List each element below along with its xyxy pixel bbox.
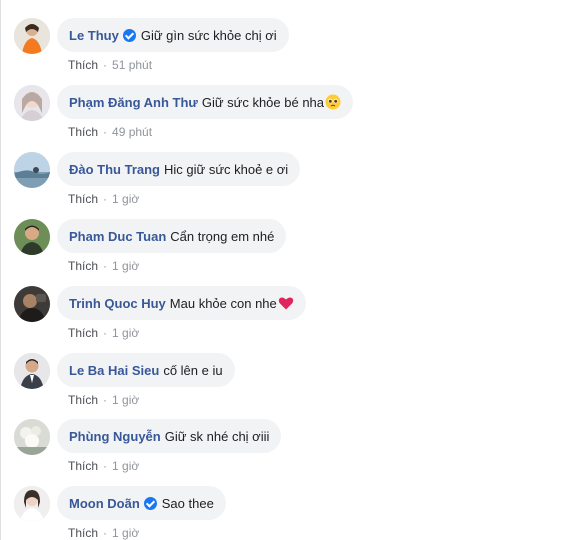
comment-author[interactable]: Pham Duc Tuan (69, 229, 166, 244)
like-link[interactable]: Thích (68, 259, 98, 273)
separator-dot: · (103, 526, 108, 540)
comment-bubble: Le Ba Hai Sieu cố lên e iu (57, 353, 235, 387)
like-link[interactable]: Thích (68, 125, 98, 139)
comment-bubble: Moon Doãn Sao thee (57, 486, 226, 520)
comment-author[interactable]: Le Ba Hai Sieu (69, 363, 159, 378)
red-heart-emoji-icon (278, 297, 293, 310)
verified-badge-icon (143, 496, 157, 510)
comment-bubble: Phạm Đăng Anh Thư Giữ sức khỏe bé nha (57, 85, 354, 119)
comment-time[interactable]: 1 giờ (112, 459, 139, 473)
comment-actions: Thích · 49 phút (68, 125, 152, 139)
avatar-woman-white-icon (14, 486, 50, 522)
like-link[interactable]: Thích (68, 326, 98, 340)
comment-bubble: Le Thuy Giữ gìn sức khỏe chị ơi (57, 18, 289, 52)
comment-text: Giữ sức khỏe bé nha (201, 94, 325, 110)
comment-text: Mau khỏe con nhe (169, 295, 277, 311)
comment-actions: Thích · 1 giờ (68, 326, 139, 340)
comment-time[interactable]: 1 giờ (112, 393, 139, 407)
comment-text: cố lên e iu (163, 362, 223, 378)
comment-author[interactable]: Trinh Quoc Huy (69, 296, 166, 311)
avatar[interactable] (14, 419, 50, 455)
avatar[interactable] (14, 219, 50, 255)
comment-text: Sao thee (161, 495, 214, 511)
like-link[interactable]: Thích (68, 459, 98, 473)
avatar[interactable] (14, 85, 50, 121)
comment-time[interactable]: 49 phút (112, 125, 152, 139)
separator-dot: · (103, 125, 108, 139)
comment-time[interactable]: 1 giờ (112, 326, 139, 340)
like-link[interactable]: Thích (68, 192, 98, 206)
comment-time[interactable]: 51 phút (112, 58, 152, 72)
avatar[interactable] (14, 152, 50, 188)
comment-author[interactable]: Đào Thu Trang (69, 162, 160, 177)
separator-dot: · (103, 326, 108, 340)
comment-actions: Thích · 1 giờ (68, 526, 139, 540)
comment-author[interactable]: Phùng Nguyễn (69, 429, 161, 444)
avatar-dark-photo-icon (14, 286, 50, 322)
comment-bubble: Pham Duc Tuan Cẩn trọng em nhé (57, 219, 287, 253)
separator-dot: · (103, 58, 108, 72)
comment-text: Giữ gìn sức khỏe chị ơi (140, 27, 277, 43)
like-link[interactable]: Thích (68, 393, 98, 407)
like-link[interactable]: Thích (68, 58, 98, 72)
comment-bubble: Đào Thu Trang Hic giữ sức khoẻ e ơi (57, 152, 301, 186)
avatar[interactable] (14, 353, 50, 389)
avatar-girl-light-icon (14, 85, 50, 121)
avatar[interactable] (14, 18, 50, 54)
comment-time[interactable]: 1 giờ (112, 259, 139, 273)
separator-dot: · (103, 393, 108, 407)
avatar-man-green-icon (14, 219, 50, 255)
separator-dot: · (103, 459, 108, 473)
avatar-flowers-light-icon (14, 419, 50, 455)
separator-dot: · (103, 259, 108, 273)
comment-actions: Thích · 1 giờ (68, 393, 139, 407)
comment-bubble: Phùng Nguyễn Giữ sk nhé chị ơiii (57, 419, 282, 453)
pleading-face-emoji-icon (325, 94, 341, 110)
comment-actions: Thích · 1 giờ (68, 259, 139, 273)
comment-author[interactable]: Moon Doãn (69, 496, 140, 511)
comment-author[interactable]: Phạm Đăng Anh Thư (69, 95, 198, 110)
avatar-landscape-blue-icon (14, 152, 50, 188)
avatar-man-suit-icon (14, 353, 50, 389)
separator-dot: · (103, 192, 108, 206)
like-link[interactable]: Thích (68, 526, 98, 540)
comments-list: Le Thuy Giữ gìn sức khỏe chị ơi Thích · 51… (0, 0, 567, 540)
verified-badge-icon (122, 28, 136, 42)
comment-text: Cẩn trọng em nhé (170, 228, 275, 244)
comment-actions: Thích · 1 giờ (68, 192, 139, 206)
comment-actions: Thích · 51 phút (68, 58, 152, 72)
avatar[interactable] (14, 486, 50, 522)
avatar-woman-orange-icon (14, 18, 50, 54)
comment-text: Giữ sk nhé chị ơiii (164, 428, 270, 444)
comment-text: Hic giữ sức khoẻ e ơi (164, 161, 289, 177)
avatar[interactable] (14, 286, 50, 322)
comment-bubble: Trinh Quoc Huy Mau khỏe con nhe (57, 286, 306, 320)
comment-actions: Thích · 1 giờ (68, 459, 139, 473)
comment-author[interactable]: Le Thuy (69, 28, 119, 43)
comment-time[interactable]: 1 giờ (112, 526, 139, 540)
comment-time[interactable]: 1 giờ (112, 192, 139, 206)
